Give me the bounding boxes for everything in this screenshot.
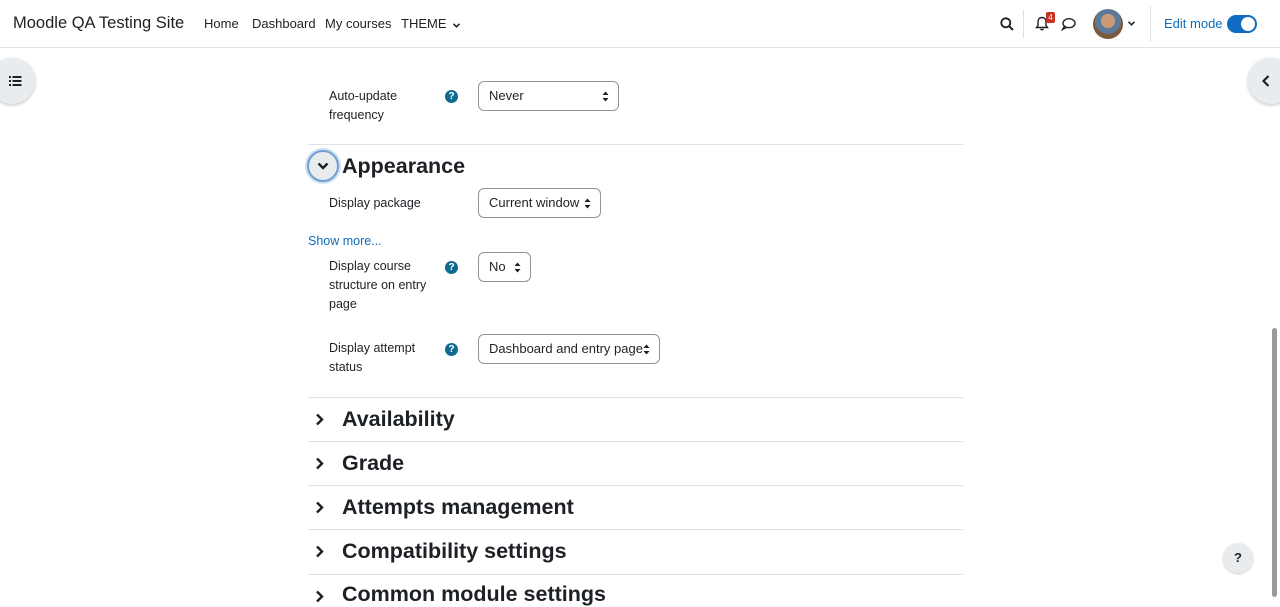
section-appearance-heading[interactable]: Appearance <box>342 154 465 179</box>
help-icon[interactable]: ? <box>445 343 458 356</box>
select-arrows-icon <box>584 198 591 209</box>
course-index-button[interactable] <box>0 58 35 104</box>
section-divider <box>308 529 963 530</box>
list-icon <box>9 76 22 86</box>
chevron-right-icon[interactable] <box>315 413 324 426</box>
navbar-divider <box>1023 10 1024 38</box>
select-arrows-icon <box>514 262 521 273</box>
navbar-divider <box>1150 6 1151 42</box>
chevron-left-icon <box>1262 75 1270 87</box>
chevron-right-icon[interactable] <box>315 545 324 558</box>
nav-theme-menu[interactable]: THEME <box>401 16 461 31</box>
section-divider <box>308 397 963 398</box>
help-icon[interactable]: ? <box>445 90 458 103</box>
search-icon[interactable] <box>1000 17 1014 31</box>
page-scrollbar[interactable] <box>1272 328 1277 597</box>
section-availability-heading[interactable]: Availability <box>342 407 455 432</box>
section-divider <box>308 485 963 486</box>
display-package-select[interactable]: Current window <box>478 188 601 218</box>
chevron-down-icon <box>317 162 329 170</box>
message-icon[interactable] <box>1061 17 1076 31</box>
collapse-appearance-button[interactable] <box>307 150 339 182</box>
attempt-status-value: Dashboard and entry page <box>489 341 643 356</box>
nav-my-courses[interactable]: My courses <box>325 16 391 31</box>
auto-update-select[interactable]: Never <box>478 81 619 111</box>
site-name[interactable]: Moodle QA Testing Site <box>13 14 184 33</box>
select-arrows-icon <box>602 91 609 102</box>
chevron-down-icon[interactable] <box>1128 21 1135 26</box>
display-package-label: Display package <box>329 196 421 210</box>
edit-mode-toggle[interactable] <box>1227 15 1257 33</box>
nav-home[interactable]: Home <box>204 16 239 31</box>
edit-mode-label[interactable]: Edit mode <box>1164 16 1223 31</box>
nav-dashboard[interactable]: Dashboard <box>252 16 316 31</box>
chevron-right-icon[interactable] <box>315 457 324 470</box>
help-button[interactable]: ? <box>1223 543 1253 573</box>
block-drawer-button[interactable] <box>1248 58 1280 104</box>
section-divider <box>308 574 963 575</box>
attempt-status-select[interactable]: Dashboard and entry page <box>478 334 660 364</box>
chevron-right-icon[interactable] <box>315 501 324 514</box>
attempt-status-label: Display attempt status <box>329 341 416 374</box>
section-compatibility-settings-heading[interactable]: Compatibility settings <box>342 539 567 564</box>
nav-theme-label: THEME <box>401 16 447 31</box>
auto-update-value: Never <box>489 88 524 103</box>
course-structure-label: Display course structure on entry page <box>329 259 427 311</box>
display-package-value: Current window <box>489 195 580 210</box>
select-arrows-icon <box>643 344 650 355</box>
section-divider <box>308 144 963 145</box>
section-divider <box>308 441 963 442</box>
section-common-module-settings-heading[interactable]: Common module settings <box>342 582 606 607</box>
section-grade-heading[interactable]: Grade <box>342 451 404 476</box>
chevron-down-icon <box>453 23 461 28</box>
user-avatar[interactable] <box>1093 9 1123 39</box>
show-more-link[interactable]: Show more... <box>308 234 382 248</box>
notification-badge: 4 <box>1046 12 1055 23</box>
course-structure-value: No <box>489 259 506 274</box>
auto-update-label: Auto-update frequency <box>329 89 398 122</box>
top-navbar: Moodle QA Testing Site Home Dashboard My… <box>0 0 1280 48</box>
course-structure-select[interactable]: No <box>478 252 531 282</box>
section-attempts-management-heading[interactable]: Attempts management <box>342 495 574 520</box>
help-icon[interactable]: ? <box>445 261 458 274</box>
